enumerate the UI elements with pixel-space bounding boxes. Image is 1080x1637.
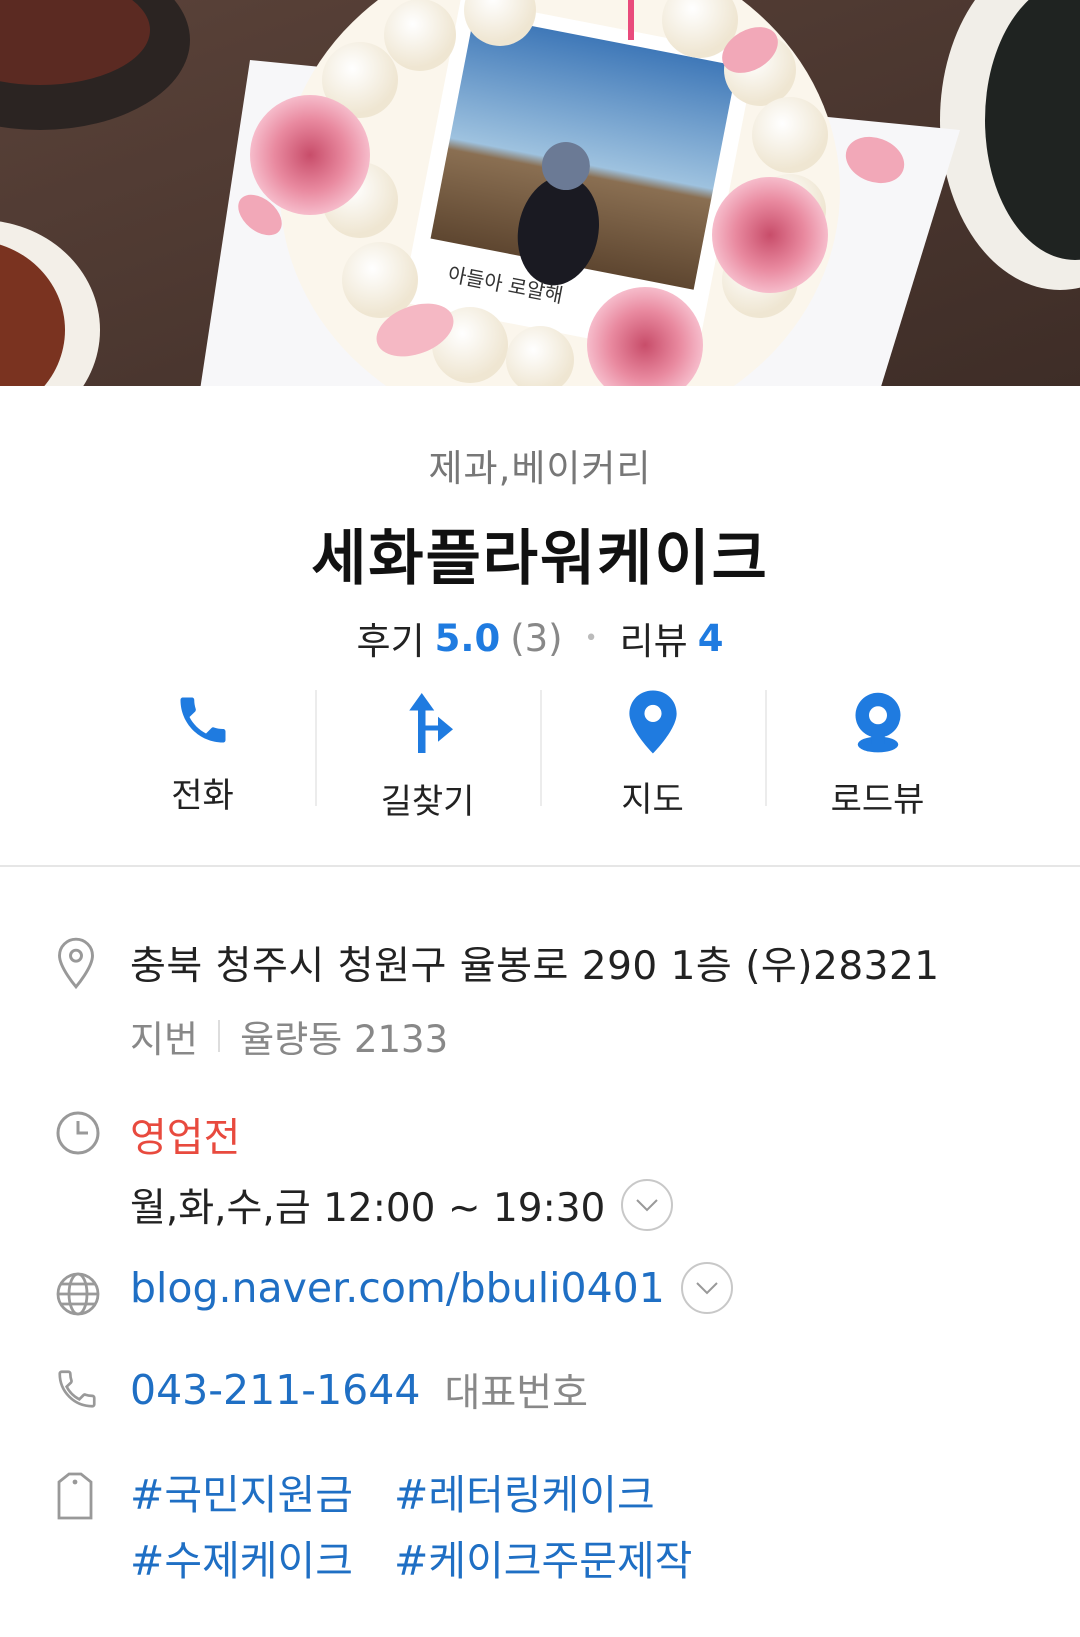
blog-review-count[interactable]: 4 bbox=[698, 617, 724, 660]
place-title: 세화플라워케이크 bbox=[311, 524, 769, 594]
jibun-label: 지번 bbox=[130, 1018, 199, 1061]
tag-item[interactable]: #국민지원금 bbox=[130, 1462, 353, 1528]
directions-button[interactable]: 길찾기 bbox=[315, 690, 540, 822]
roadview-button[interactable]: 로드뷰 bbox=[765, 690, 990, 820]
directions-button-label: 길찾기 bbox=[380, 782, 475, 822]
chevron-down-icon[interactable] bbox=[621, 1179, 674, 1231]
business-hours: 월,화,수,금 12:00 ~ 19:30 bbox=[130, 1186, 606, 1231]
directions-icon bbox=[393, 690, 463, 756]
tag-list: #국민지원금 #레터링케이크 #수제케이크 #케이크주문제작 bbox=[130, 1462, 930, 1594]
business-hours-row[interactable]: 월,화,수,금 12:00 ~ 19:30 bbox=[130, 1177, 1050, 1233]
rating-score[interactable]: 5.0 bbox=[435, 617, 501, 660]
road-address[interactable]: 충북 청주시 청원구 율봉로 290 1층 (우)28321 bbox=[130, 935, 1050, 991]
call-button[interactable]: 전화 bbox=[90, 690, 315, 816]
phone-number[interactable]: 043-211-1644 bbox=[130, 1366, 420, 1414]
hero-photo[interactable]: 아들아 로알해 bbox=[0, 0, 1080, 386]
roadview-button-label: 로드뷰 bbox=[830, 780, 925, 820]
phone-label: 대표번호 bbox=[444, 1371, 588, 1416]
phone-outline-icon bbox=[54, 1366, 104, 1416]
chevron-down-icon[interactable] bbox=[680, 1262, 733, 1314]
website-row: blog.naver.com/bbuli0401 bbox=[130, 1262, 1050, 1314]
map-button-label: 지도 bbox=[621, 780, 684, 820]
jibun-address: 지번 율량동 2133 bbox=[130, 1009, 1050, 1063]
call-button-label: 전화 bbox=[171, 776, 234, 816]
tag-item[interactable]: #수제케이크 bbox=[130, 1528, 353, 1594]
jibun-value: 율량동 2133 bbox=[240, 1018, 449, 1061]
location-pin-icon bbox=[54, 935, 104, 990]
phone-icon bbox=[168, 690, 238, 750]
tag-item[interactable]: #케이크주문제작 bbox=[394, 1528, 692, 1594]
clock-icon bbox=[54, 1109, 104, 1159]
map-pin-icon bbox=[618, 690, 688, 754]
tag-icon bbox=[54, 1470, 104, 1520]
section-divider bbox=[0, 865, 1080, 867]
roadview-icon bbox=[843, 690, 913, 754]
cake-photo-illustration: 아들아 로알해 bbox=[0, 0, 1080, 386]
place-category: 제과,베이커리 bbox=[428, 447, 652, 490]
action-bar: 전화 길찾기 지도 로드뷰 bbox=[90, 690, 990, 822]
jibun-separator bbox=[218, 1020, 221, 1052]
rating-summary: 후기 5.0 (3) • 리뷰 4 bbox=[0, 611, 1080, 665]
phone-row: 043-211-1644 대표번호 bbox=[130, 1362, 1050, 1418]
blog-review-label: 리뷰 bbox=[619, 620, 688, 663]
business-status: 영업전 bbox=[130, 1115, 241, 1161]
website-link[interactable]: blog.naver.com/bbuli0401 bbox=[130, 1264, 665, 1312]
tag-item[interactable]: #레터링케이크 bbox=[394, 1462, 655, 1528]
separator-dot: • bbox=[584, 625, 598, 651]
review-label: 후기 bbox=[356, 620, 425, 663]
map-button[interactable]: 지도 bbox=[540, 690, 765, 820]
globe-icon bbox=[54, 1270, 104, 1320]
rating-count: (3) bbox=[510, 616, 563, 660]
place-header: 제과,베이커리 세화플라워케이크 후기 5.0 (3) • 리뷰 4 bbox=[0, 386, 1080, 665]
